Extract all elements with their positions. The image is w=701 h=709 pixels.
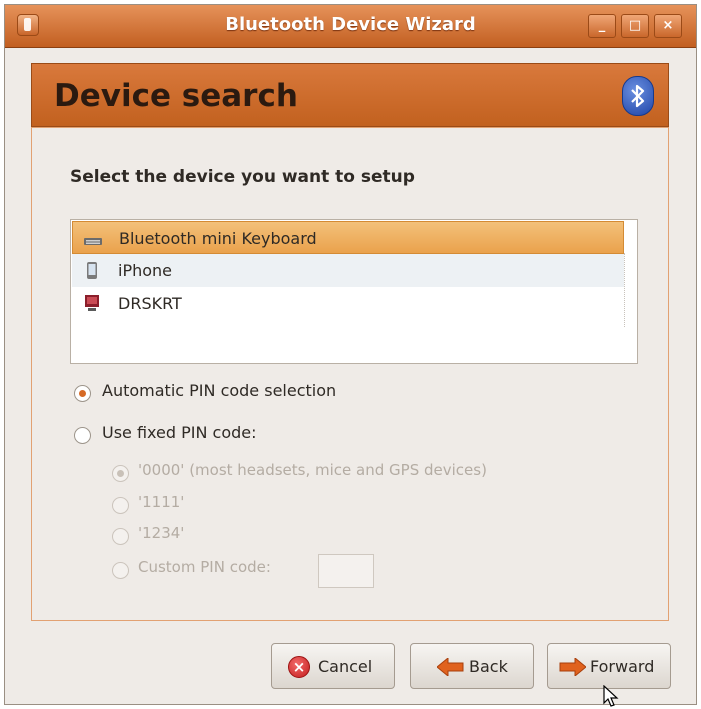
forward-button-label: Forward (590, 657, 655, 676)
pin-1111-radio[interactable] (112, 497, 129, 514)
pin-0000-radio[interactable] (112, 465, 129, 482)
automatic-pin-radio[interactable] (74, 385, 91, 402)
custom-pin-input[interactable] (318, 554, 374, 588)
computer-icon (85, 295, 99, 311)
maximize-button[interactable]: □ (621, 14, 649, 38)
fixed-pin-label[interactable]: Use fixed PIN code: (102, 423, 257, 442)
fixed-pin-radio[interactable] (74, 427, 91, 444)
cancel-button-label: Cancel (318, 657, 373, 676)
back-button-label: Back (469, 657, 508, 676)
keyboard-icon (84, 238, 102, 245)
device-name: DRSKRT (118, 294, 182, 313)
minimize-button[interactable]: _ (588, 14, 616, 38)
custom-pin-label[interactable]: Custom PIN code: (138, 558, 271, 576)
arrow-right-icon (559, 658, 586, 676)
list-item[interactable]: Bluetooth mini Keyboard (72, 221, 624, 254)
device-name: Bluetooth mini Keyboard (119, 229, 317, 248)
title-bar[interactable]: Bluetooth Device Wizard _ □ × (5, 5, 696, 48)
wizard-window: Bluetooth Device Wizard _ □ × Device sea… (4, 4, 697, 707)
custom-pin-radio[interactable] (112, 562, 129, 579)
automatic-pin-label[interactable]: Automatic PIN code selection (102, 381, 336, 400)
device-list[interactable]: Bluetooth mini Keyboard iPhone DRSKRT (70, 219, 638, 364)
content-panel: Select the device you want to setup Blue… (31, 127, 669, 621)
phone-icon (87, 262, 97, 279)
back-button[interactable]: Back (410, 643, 534, 689)
list-scrollbar[interactable] (624, 253, 635, 327)
close-button[interactable]: × (654, 14, 682, 38)
page-title: Device search (54, 78, 298, 114)
cancel-icon: × (288, 656, 310, 678)
page-header: Device search (31, 63, 669, 127)
pin-1234-radio[interactable] (112, 528, 129, 545)
pin-1234-label[interactable]: '1234' (138, 524, 184, 542)
mouse-cursor-icon (603, 685, 619, 707)
cancel-button[interactable]: × Cancel (271, 643, 395, 689)
arrow-left-icon (437, 658, 464, 676)
list-item[interactable]: DRSKRT (72, 287, 624, 320)
device-name: iPhone (118, 261, 173, 280)
bluetooth-icon (622, 76, 654, 116)
forward-button[interactable]: Forward (547, 643, 671, 689)
pin-1111-label[interactable]: '1111' (138, 493, 184, 511)
pin-0000-label[interactable]: '0000' (most headsets, mice and GPS devi… (138, 461, 487, 479)
list-item[interactable]: iPhone (72, 254, 624, 287)
device-prompt: Select the device you want to setup (70, 167, 415, 187)
